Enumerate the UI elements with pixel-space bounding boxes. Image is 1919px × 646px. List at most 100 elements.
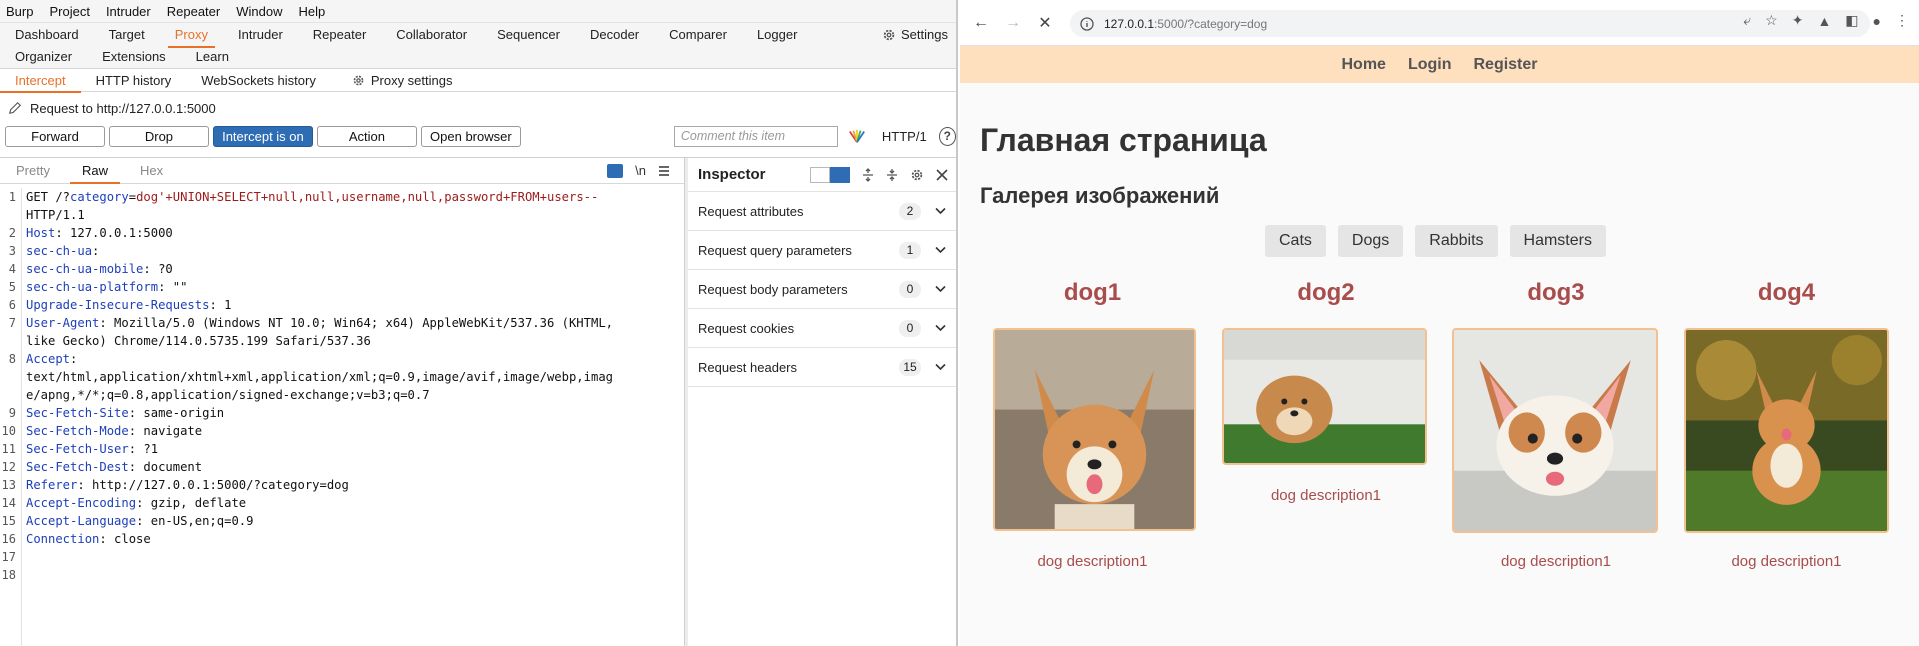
filter-dogs-button[interactable]: Dogs xyxy=(1337,225,1404,257)
proxy-settings-button[interactable]: Proxy settings xyxy=(337,69,468,92)
inspector-header: Inspector xyxy=(688,158,956,192)
line-number: 2 xyxy=(8,226,16,240)
share-icon[interactable]: ⤶ xyxy=(1743,12,1751,29)
dog-photo[interactable] xyxy=(1222,328,1427,465)
tab-learn[interactable]: Learn xyxy=(181,46,244,68)
tab-pretty[interactable]: Pretty xyxy=(0,158,66,183)
line-text: Sec-Fetch-Dest: document xyxy=(26,458,202,476)
filter-rabbits-button[interactable]: Rabbits xyxy=(1415,225,1498,257)
nav-login-link[interactable]: Login xyxy=(1408,56,1452,74)
header-name: Sec-Fetch-User xyxy=(26,442,129,456)
dog-photo[interactable] xyxy=(1684,328,1889,533)
intercept-workarea: Pretty Raw Hex \n 1 GET /?category=dog'+U… xyxy=(0,157,956,646)
menu-icon[interactable] xyxy=(658,165,670,177)
dog-photo[interactable] xyxy=(1452,328,1658,533)
back-icon[interactable]: ← xyxy=(970,14,992,32)
tab-sequencer[interactable]: Sequencer xyxy=(482,24,575,46)
line-text: Sec-Fetch-Mode: navigate xyxy=(26,422,202,440)
expand-all-icon[interactable] xyxy=(862,167,874,182)
chevron-down-icon[interactable] xyxy=(935,363,946,371)
line-text: sec-ch-ua: xyxy=(26,242,99,260)
bookmark-star-icon[interactable]: ☆ xyxy=(1765,12,1778,29)
action-button[interactable]: Action xyxy=(316,125,417,147)
settings-label: Settings xyxy=(901,27,948,42)
tab-organizer[interactable]: Organizer xyxy=(0,46,87,68)
open-browser-button[interactable]: Open browser xyxy=(420,125,521,147)
tab-extensions[interactable]: Extensions xyxy=(87,46,181,68)
site-info-icon[interactable] xyxy=(1080,16,1094,31)
tab-repeater[interactable]: Repeater xyxy=(298,24,381,46)
nav-register-link[interactable]: Register xyxy=(1473,56,1537,74)
tab-comparer[interactable]: Comparer xyxy=(654,24,742,46)
menu-repeater[interactable]: Repeater xyxy=(167,4,220,19)
line-text: Host: 127.0.0.1:5000 xyxy=(26,224,173,242)
tab-raw[interactable]: Raw xyxy=(66,158,124,184)
card-title: dog3 xyxy=(1527,279,1585,306)
close-icon[interactable] xyxy=(936,168,948,181)
collapse-all-icon[interactable] xyxy=(886,168,898,182)
nav-home-link[interactable]: Home xyxy=(1341,56,1385,74)
menu-window[interactable]: Window xyxy=(236,4,282,19)
url-text[interactable]: 127.0.0.1:5000/?category=dog xyxy=(1104,17,1267,31)
tab-proxy[interactable]: Proxy xyxy=(160,24,223,48)
inspector-section[interactable]: Request body parameters 0 xyxy=(688,270,956,309)
inspector-section[interactable]: Request query parameters 1 xyxy=(688,231,956,270)
menu-project[interactable]: Project xyxy=(49,4,89,19)
layout-toggle[interactable] xyxy=(810,166,850,183)
chevron-down-icon[interactable] xyxy=(935,285,946,293)
filter-cats-button[interactable]: Cats xyxy=(1265,225,1326,257)
intercept-toolbar: Forward Drop Intercept is on Action Open… xyxy=(0,122,956,150)
http-version-selector[interactable]: HTTP/1 xyxy=(882,129,927,144)
filter-hamsters-button[interactable]: Hamsters xyxy=(1509,225,1606,257)
dog-photo[interactable] xyxy=(993,328,1196,531)
more-menu-icon[interactable]: ⋮ xyxy=(1895,12,1909,29)
line-text: like Gecko) Chrome/114.0.5735.199 Safari… xyxy=(26,332,371,350)
chevron-down-icon[interactable] xyxy=(935,246,946,254)
line-text: e/apng,*/*;q=0.8,application/signed-exch… xyxy=(26,386,430,404)
chevron-down-icon[interactable] xyxy=(935,207,946,215)
inspector-section[interactable]: Request headers 15 xyxy=(688,348,956,387)
tab-hex[interactable]: Hex xyxy=(124,158,179,183)
list-layout-icon[interactable] xyxy=(810,166,830,183)
subtab-websockets-history[interactable]: WebSockets history xyxy=(186,69,331,92)
request-code[interactable]: 1 GET /?category=dog'+UNION+SELECT+null,n… xyxy=(0,188,684,646)
tool-tabs-row1: Dashboard Target Proxy Intruder Repeater Coll… xyxy=(0,22,956,48)
settings-button[interactable]: Settings xyxy=(882,27,948,42)
tab-dashboard[interactable]: Dashboard xyxy=(0,24,94,46)
subtab-http-history[interactable]: HTTP history xyxy=(81,69,187,92)
page-title: Главная страница xyxy=(980,122,1267,158)
inspector-section[interactable]: Request cookies 0 xyxy=(688,309,956,348)
chevron-down-icon[interactable] xyxy=(935,324,946,332)
tab-target[interactable]: Target xyxy=(94,24,160,46)
line-text: sec-ch-ua-mobile: ?0 xyxy=(26,260,173,278)
tab-decoder[interactable]: Decoder xyxy=(575,24,654,46)
help-icon[interactable]: ? xyxy=(938,126,956,146)
card-description: dog description1 xyxy=(1731,553,1842,570)
tab-intruder[interactable]: Intruder xyxy=(223,24,298,46)
tab-logger[interactable]: Logger xyxy=(742,24,812,46)
newline-toggle[interactable]: \n xyxy=(635,163,646,178)
side-panel-icon[interactable]: ◧ xyxy=(1845,12,1858,29)
extensions-icon[interactable]: ✦ xyxy=(1792,12,1804,29)
labs-flask-icon[interactable]: ▲ xyxy=(1817,13,1831,29)
highlight-color-icon[interactable] xyxy=(848,128,866,144)
pencil-icon[interactable] xyxy=(8,101,22,115)
comment-input[interactable]: Comment this item xyxy=(673,125,838,147)
drop-button[interactable]: Drop xyxy=(108,125,209,147)
forward-icon[interactable]: → xyxy=(1002,14,1024,32)
gear-icon[interactable] xyxy=(910,168,924,182)
inspector-section[interactable]: Request attributes 2 xyxy=(688,192,956,231)
menu-bar: Burp Project Intruder Repeater Window Help xyxy=(0,0,956,22)
tab-collaborator[interactable]: Collaborator xyxy=(381,24,482,46)
panel-layout-icon[interactable] xyxy=(830,166,850,183)
menu-intruder[interactable]: Intruder xyxy=(106,4,151,19)
menu-help[interactable]: Help xyxy=(298,4,325,19)
menu-burp[interactable]: Burp xyxy=(6,4,33,19)
wrap-lines-icon[interactable] xyxy=(607,163,624,178)
stop-icon[interactable]: ✕ xyxy=(1034,13,1056,33)
subtab-intercept[interactable]: Intercept xyxy=(0,69,81,93)
gallery-card: dog4 dog description1 xyxy=(1684,275,1889,575)
forward-button[interactable]: Forward xyxy=(5,125,105,147)
intercept-toggle-button[interactable]: Intercept is on xyxy=(212,125,313,147)
profile-avatar-icon[interactable]: ● xyxy=(1873,13,1881,29)
